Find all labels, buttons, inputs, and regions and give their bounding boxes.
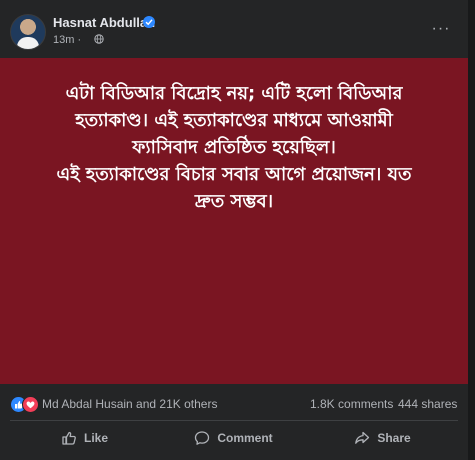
author-avatar[interactable] bbox=[10, 14, 46, 50]
share-label: Share bbox=[377, 431, 411, 445]
post-stats: Md Abdal Husain and 21K others 1.8K comm… bbox=[0, 390, 468, 418]
shares-count[interactable]: 444 shares bbox=[398, 397, 457, 411]
thumbs-up-icon bbox=[62, 431, 76, 445]
post-time[interactable]: 13m bbox=[53, 34, 74, 46]
speech-bubble-icon bbox=[195, 431, 210, 445]
post-text-line: ফ্যাসিবাদ প্রতিষ্ঠিত হয়েছিল। bbox=[132, 137, 336, 158]
author-name[interactable]: Hasnat Abdullah bbox=[53, 15, 155, 30]
post-card: Hasnat Abdullah 13m · ··· এটা বিডিআর বিদ… bbox=[0, 0, 468, 460]
reaction-summary[interactable]: Md Abdal Husain and 21K others bbox=[42, 397, 217, 411]
post-actions: Like Comment Share bbox=[10, 423, 458, 453]
post-header: Hasnat Abdullah 13m · ··· bbox=[0, 0, 468, 58]
actions-divider bbox=[10, 420, 458, 421]
reaction-icons[interactable] bbox=[10, 396, 40, 413]
comments-count[interactable]: 1.8K comments bbox=[310, 397, 393, 411]
like-label: Like bbox=[83, 431, 108, 445]
post-text-line: এটা বিডিআর বিদ্রোহ নয়; এটি হলো বিডিআর bbox=[65, 83, 403, 104]
avatar-figure bbox=[17, 37, 39, 49]
share-button[interactable]: Share bbox=[308, 423, 457, 453]
post-text-line: দ্রুত সম্ভব। bbox=[194, 191, 274, 212]
verified-badge-icon bbox=[143, 16, 155, 28]
like-button[interactable]: Like bbox=[10, 423, 159, 453]
comment-button[interactable]: Comment bbox=[159, 423, 308, 453]
globe-icon bbox=[94, 34, 104, 44]
post-text-line: এই হত্যাকাণ্ডের বিচার সবার আগে প্রয়োজন।… bbox=[56, 164, 412, 185]
post-meta: 13m · bbox=[53, 34, 81, 46]
meta-separator: · bbox=[77, 34, 82, 46]
post-text-line: হত্যাকাণ্ড। এই হত্যাকাণ্ডের মাধ্যমে আওয়… bbox=[75, 110, 393, 131]
love-reaction-icon bbox=[22, 396, 39, 413]
more-options-button[interactable]: ··· bbox=[430, 21, 452, 37]
share-arrow-icon bbox=[355, 431, 370, 444]
post-text: এটা বিডিআর বিদ্রোহ নয়; এটি হলো বিডিআর হ… bbox=[14, 80, 454, 215]
comment-label: Comment bbox=[217, 431, 273, 445]
page-gutter bbox=[468, 0, 475, 460]
